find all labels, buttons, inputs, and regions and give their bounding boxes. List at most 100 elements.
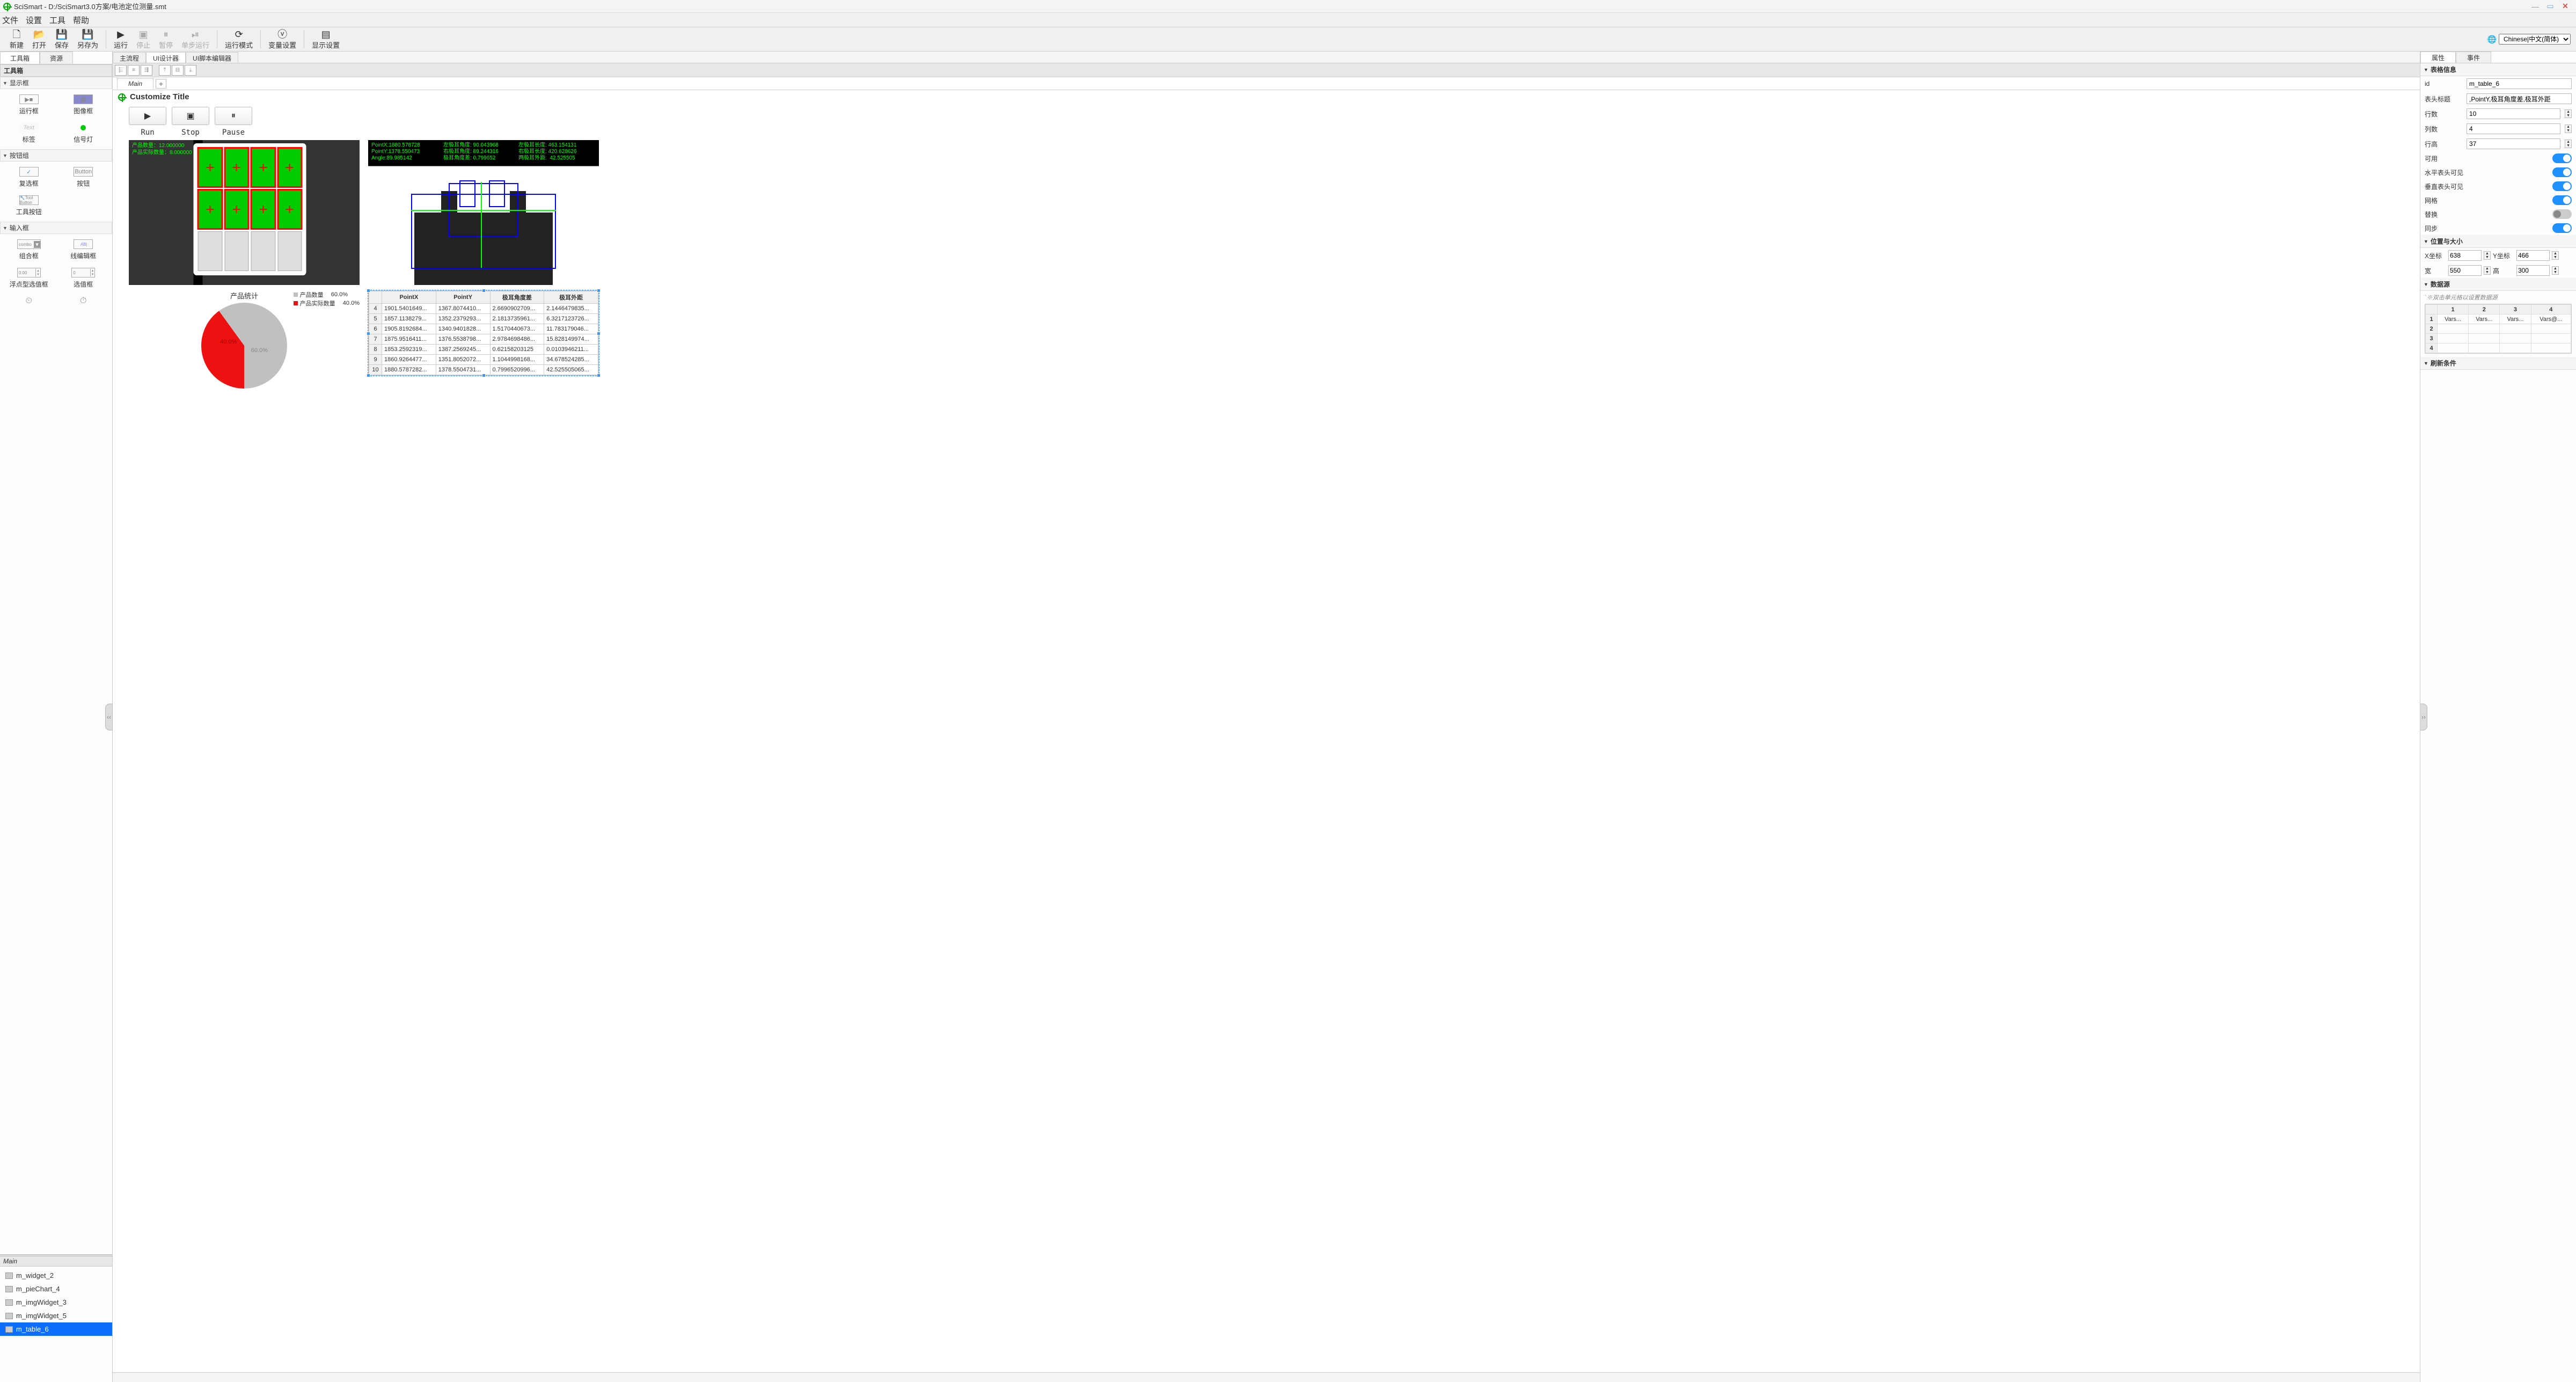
group-button[interactable]: 按钮组 bbox=[0, 149, 112, 162]
stop-label: Stop bbox=[172, 128, 209, 137]
prop-h[interactable] bbox=[2516, 265, 2550, 276]
tree-item-m_table_6[interactable]: m_table_6 bbox=[0, 1322, 112, 1336]
vars-button[interactable]: ⓥ变量设置 bbox=[268, 29, 296, 50]
menu-file[interactable]: 文件 bbox=[2, 14, 18, 26]
image-widget-5[interactable]: PointX:1880.578728 PointY:1378.550473 An… bbox=[368, 140, 599, 285]
menu-help[interactable]: 帮助 bbox=[73, 14, 89, 26]
maximize-button[interactable]: ▭ bbox=[2543, 2, 2558, 11]
toolbutton-icon: 🔧Tool Button bbox=[19, 195, 39, 205]
run-button[interactable]: ▶运行 bbox=[114, 29, 128, 50]
tool-spin[interactable]: 0▴▾选值框 bbox=[58, 266, 109, 291]
toggle-grid[interactable] bbox=[2552, 195, 2572, 205]
design-canvas[interactable]: Customize Title ▶ ▣ ⏸ Run Stop Pause 产品数… bbox=[113, 90, 2420, 1372]
saveas-button[interactable]: 💾另存为 bbox=[77, 29, 98, 50]
checkbox-icon: ✓ bbox=[19, 167, 39, 177]
tool-button[interactable]: Button按钮 bbox=[58, 165, 109, 190]
tab-mainflow[interactable]: 主流程 bbox=[113, 52, 146, 63]
menu-settings[interactable]: 设置 bbox=[26, 14, 42, 26]
tool-runframe[interactable]: ▶■运行框 bbox=[3, 92, 55, 118]
toolbar: 🗋新建 📂打开 💾保存 💾另存为 ▶运行 ▣停止 ⏸暂停 ⏯单步运行 ⟳运行模式… bbox=[0, 27, 2576, 52]
tool-extra[interactable]: ⏲ bbox=[3, 294, 55, 308]
toggle-enabled[interactable] bbox=[2552, 153, 2572, 163]
left-collapse-handle[interactable]: ‹‹ bbox=[105, 704, 113, 730]
align-top-icon[interactable]: ⤒ bbox=[159, 65, 171, 76]
group-input[interactable]: 输入框 bbox=[0, 222, 112, 234]
tool-signal[interactable]: 信号灯 bbox=[58, 121, 109, 146]
prop-cols-input[interactable] bbox=[2467, 123, 2560, 134]
button-icon: Button bbox=[74, 167, 93, 177]
save-button[interactable]: 💾保存 bbox=[55, 29, 69, 50]
tab-events[interactable]: 事件 bbox=[2456, 52, 2491, 63]
widget-stop-button[interactable]: ▣ bbox=[172, 107, 209, 125]
section-tableinfo[interactable]: 表格信息 bbox=[2420, 63, 2576, 76]
toggle-hheader[interactable] bbox=[2552, 167, 2572, 177]
prop-rows-input[interactable] bbox=[2467, 108, 2560, 119]
prop-rowh-input[interactable] bbox=[2467, 138, 2560, 149]
tool-doublespin[interactable]: 0.00▴▾浮点型选值框 bbox=[3, 266, 55, 291]
tab-scripteditor[interactable]: UI脚本编辑器 bbox=[186, 52, 238, 63]
stop-button[interactable]: ▣停止 bbox=[136, 29, 150, 50]
prop-w[interactable] bbox=[2448, 265, 2482, 276]
pie-chart-4[interactable]: 产品统计 产品数量 60.0% 产品实际数量 40.0% 60.0% 40.0% bbox=[129, 290, 360, 389]
section-refresh[interactable]: 刷新条件 bbox=[2420, 357, 2576, 370]
align-mid-icon[interactable]: ⊟ bbox=[172, 65, 184, 76]
app-icon bbox=[3, 3, 11, 10]
add-page-button[interactable]: + bbox=[156, 79, 166, 89]
tool-lineedit[interactable]: AB|线编辑框 bbox=[58, 237, 109, 262]
align-right-icon[interactable]: ⇶ bbox=[141, 65, 152, 76]
prop-header-input[interactable] bbox=[2467, 93, 2572, 104]
stop-icon: ▣ bbox=[139, 29, 148, 40]
page-tab-main[interactable]: Main bbox=[117, 78, 153, 89]
open-button[interactable]: 📂打开 bbox=[32, 29, 46, 50]
toggle-alt[interactable] bbox=[2552, 209, 2572, 219]
left-panel: 工具箱 资源 工具箱 显示框 ▶■运行框 ▦图像框 Text标签 信号灯 按钮组… bbox=[0, 52, 113, 1382]
language-selector[interactable]: 🌐 Chinese|中文(简体) bbox=[2487, 34, 2571, 45]
mode-button[interactable]: ⟳运行模式 bbox=[225, 29, 253, 50]
section-possize[interactable]: 位置与大小 bbox=[2420, 235, 2576, 248]
tool-toolbutton[interactable]: 🔧Tool Button工具按钮 bbox=[3, 193, 55, 218]
tool-extra2[interactable]: ⏱ bbox=[58, 294, 109, 308]
tool-checkbox[interactable]: ✓复选框 bbox=[3, 165, 55, 190]
align-left-icon[interactable]: ⬱ bbox=[115, 65, 127, 76]
tool-label[interactable]: Text标签 bbox=[3, 121, 55, 146]
disp-button[interactable]: ▤显示设置 bbox=[312, 29, 340, 50]
section-datasource[interactable]: 数据源 bbox=[2420, 278, 2576, 291]
pause-button[interactable]: ⏸暂停 bbox=[159, 29, 173, 50]
tree-item-m_widget_2[interactable]: m_widget_2 bbox=[0, 1269, 112, 1282]
group-display[interactable]: 显示框 bbox=[0, 77, 112, 89]
tab-resource[interactable]: 资源 bbox=[40, 52, 73, 64]
imageframe-icon: ▦ bbox=[74, 94, 93, 104]
prop-y[interactable] bbox=[2516, 250, 2550, 261]
prop-x[interactable] bbox=[2448, 250, 2482, 261]
menu-tools[interactable]: 工具 bbox=[49, 14, 65, 26]
step-button[interactable]: ⏯单步运行 bbox=[181, 29, 209, 50]
tool-imageframe[interactable]: ▦图像框 bbox=[58, 92, 109, 118]
gauge-icon: ⏲ bbox=[19, 296, 39, 306]
spin-icon: 0▴▾ bbox=[71, 268, 95, 277]
open-icon: 📂 bbox=[33, 29, 45, 40]
language-select[interactable]: Chinese|中文(简体) bbox=[2499, 34, 2571, 45]
tree-item-m_imgWidget_5[interactable]: m_imgWidget_5 bbox=[0, 1309, 112, 1322]
right-collapse-handle[interactable]: ›› bbox=[2420, 704, 2427, 730]
tab-uidesigner[interactable]: UI设计器 bbox=[146, 52, 186, 63]
close-button[interactable]: ✕ bbox=[2558, 2, 2573, 11]
hierarchy-tree[interactable]: m_widget_2m_pieChart_4m_imgWidget_3m_img… bbox=[0, 1267, 112, 1382]
menubar: 文件 设置 工具 帮助 bbox=[0, 13, 2576, 27]
tree-item-m_imgWidget_3[interactable]: m_imgWidget_3 bbox=[0, 1296, 112, 1309]
toggle-sync[interactable] bbox=[2552, 223, 2572, 233]
widget-run-button[interactable]: ▶ bbox=[129, 107, 166, 125]
tool-combo[interactable]: combo▾组合框 bbox=[3, 237, 55, 262]
datasource-grid[interactable]: 12341Vars...Vars...Vars...Vars@...234 bbox=[2425, 304, 2572, 354]
table-widget-6[interactable]: PointXPointY极耳角度差极耳外距41901.5401649...136… bbox=[368, 290, 599, 376]
image-widget-3[interactable]: 产品数量：12.000000 产品实际数量：8.000000 bbox=[129, 140, 360, 285]
tab-toolbox[interactable]: 工具箱 bbox=[0, 52, 40, 64]
toggle-vheader[interactable] bbox=[2552, 181, 2572, 191]
new-button[interactable]: 🗋新建 bbox=[10, 29, 24, 50]
tab-properties[interactable]: 属性 bbox=[2420, 52, 2456, 63]
minimize-button[interactable]: — bbox=[2528, 2, 2543, 11]
tree-item-m_pieChart_4[interactable]: m_pieChart_4 bbox=[0, 1282, 112, 1296]
prop-id-input[interactable] bbox=[2467, 78, 2572, 89]
align-center-icon[interactable]: ≡ bbox=[128, 65, 140, 76]
align-bot-icon[interactable]: ⤓ bbox=[185, 65, 196, 76]
widget-pause-button[interactable]: ⏸ bbox=[215, 107, 252, 125]
